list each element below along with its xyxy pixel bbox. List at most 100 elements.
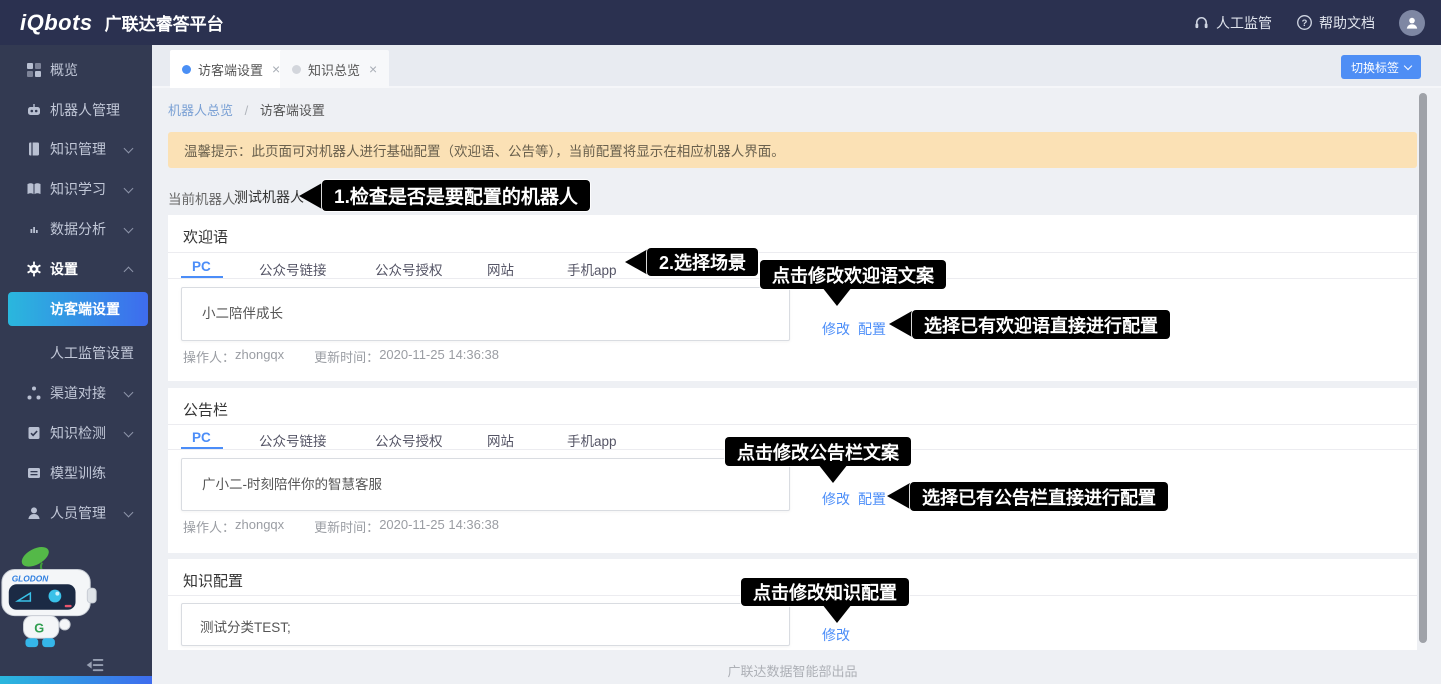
- sidebar-item-visitor-settings[interactable]: 访客端设置: [8, 292, 148, 326]
- sidebar-item-knowledge-learning[interactable]: 知识学习: [0, 177, 152, 201]
- sidebar-item-label: 人员管理: [50, 503, 106, 523]
- svg-text:GLODON: GLODON: [12, 573, 50, 583]
- close-icon[interactable]: ×: [272, 61, 280, 77]
- switch-tabs-button[interactable]: 切换标签: [1341, 55, 1421, 79]
- tab-label: 访客端设置: [198, 60, 263, 79]
- book-icon: [26, 141, 42, 157]
- annotation-check-robot: 1.检查是否是要配置的机器人: [322, 180, 590, 211]
- announcement-title: 公告栏: [183, 399, 228, 420]
- tab-visitor-settings[interactable]: 访客端设置 ×: [170, 50, 292, 88]
- tab-knowledge-overview[interactable]: 知识总览 ×: [280, 50, 389, 88]
- chevron-down-icon: [124, 224, 134, 234]
- annotation-arrow-left: [887, 483, 910, 509]
- sidebar-collapse-button[interactable]: [85, 655, 105, 675]
- sidebar-item-label: 机器人管理: [50, 100, 120, 120]
- annotation-modify-announcement: 点击修改公告栏文案: [725, 437, 911, 466]
- sidebar-item-knowledge-detection[interactable]: 知识检测: [0, 421, 152, 445]
- breadcrumb-robot-overview[interactable]: 机器人总览: [168, 103, 233, 118]
- announcement-text-box[interactable]: 广小二-时刻陪伴你的智慧客服: [181, 458, 790, 511]
- mascot-robot-image: GLODON G: [0, 543, 104, 655]
- sidebar-bottom-accent: [0, 676, 152, 684]
- page-tab-bar: 访客端设置 × 知识总览 × 切换标签: [152, 45, 1441, 88]
- announcement-tab-website[interactable]: 网站: [487, 430, 514, 450]
- gear-icon: [26, 261, 42, 277]
- network-nodes-icon: [26, 385, 42, 401]
- sidebar-item-model-training[interactable]: 模型训练: [0, 461, 152, 485]
- welcome-operator-row: 操作人： zhongqx 更新时间： 2020-11-25 14:36:38: [183, 347, 499, 366]
- sidebar-item-data-analysis[interactable]: 数据分析: [0, 217, 152, 241]
- announcement-tab-wechat-auth[interactable]: 公众号授权: [375, 430, 443, 450]
- announcement-operator-row: 操作人： zhongqx 更新时间： 2020-11-25 14:36:38: [183, 517, 499, 536]
- open-book-icon: [26, 181, 42, 197]
- annotation-arrow-down: [822, 604, 852, 623]
- chevron-down-icon: [124, 428, 134, 438]
- divider: [168, 424, 1417, 425]
- collapse-menu-icon: [85, 655, 105, 675]
- update-time-label: 更新时间：: [314, 347, 379, 366]
- sidebar-item-personnel-management[interactable]: 人员管理: [0, 501, 152, 525]
- welcome-card: 欢迎语 PC 公众号链接 公众号授权 网站 手机app 小二陪伴成长 修改 配置…: [168, 215, 1417, 381]
- operator-value: zhongqx: [235, 517, 284, 536]
- sidebar: 概览 机器人管理 知识管理 知识学习 数据分析: [0, 45, 152, 684]
- knowledge-modify-link[interactable]: 修改: [822, 625, 850, 645]
- annotation-arrow-left: [299, 183, 322, 209]
- operator-label: 操作人：: [183, 517, 235, 536]
- annotation-arrow-down: [818, 464, 848, 483]
- svg-text:G: G: [34, 620, 44, 635]
- announcement-tab-mobile-app[interactable]: 手机app: [567, 430, 617, 450]
- sidebar-item-supervision-settings[interactable]: 人工监管设置: [50, 343, 134, 363]
- annotation-config-announcement: 选择已有公告栏直接进行配置: [910, 482, 1168, 511]
- svg-text:?: ?: [1302, 18, 1308, 29]
- welcome-tab-wechat-auth[interactable]: 公众号授权: [375, 259, 443, 279]
- announcement-modify-link[interactable]: 修改: [822, 489, 850, 509]
- knowledge-text-box[interactable]: 测试分类TEST;: [181, 603, 790, 646]
- announcement-tab-wechat-link[interactable]: 公众号链接: [259, 430, 327, 450]
- welcome-content: 小二陪伴成长: [202, 306, 283, 321]
- welcome-tab-mobile-app[interactable]: 手机app: [567, 259, 617, 279]
- welcome-tab-website[interactable]: 网站: [487, 259, 514, 279]
- divider: [168, 252, 1417, 253]
- announcement-card: 公告栏 PC 公众号链接 公众号授权 网站 手机app 广小二-时刻陪伴你的智慧…: [168, 388, 1417, 553]
- sidebar-item-label: 数据分析: [50, 219, 106, 239]
- announcement-tab-pc[interactable]: PC: [192, 430, 211, 445]
- breadcrumb: 机器人总览 / 访客端设置: [168, 100, 325, 119]
- chevron-down-icon: [124, 144, 134, 154]
- person-icon: [1404, 15, 1420, 31]
- user-icon: [26, 505, 42, 521]
- breadcrumb-current: 访客端设置: [260, 103, 325, 118]
- operator-label: 操作人：: [183, 347, 235, 366]
- active-tab-dot-icon: [182, 65, 191, 74]
- check-document-icon: [26, 425, 42, 441]
- manual-supervision-button[interactable]: 人工监管: [1193, 13, 1272, 33]
- welcome-tab-pc[interactable]: PC: [192, 259, 211, 274]
- sidebar-item-settings[interactable]: 设置: [0, 257, 152, 281]
- sidebar-item-robot-management[interactable]: 机器人管理: [0, 98, 152, 122]
- welcome-text-box[interactable]: 小二陪伴成长: [181, 287, 790, 341]
- close-icon[interactable]: ×: [369, 61, 377, 77]
- welcome-modify-link[interactable]: 修改: [822, 319, 850, 339]
- sidebar-item-label: 设置: [50, 259, 78, 279]
- welcome-tab-wechat-link[interactable]: 公众号链接: [259, 259, 327, 279]
- announcement-config-link[interactable]: 配置: [858, 489, 886, 509]
- update-time-value: 2020-11-25 14:36:38: [379, 517, 499, 536]
- sidebar-item-label: 渠道对接: [50, 383, 106, 403]
- sidebar-item-label: 访客端设置: [50, 299, 120, 319]
- sidebar-item-channel-connection[interactable]: 渠道对接: [0, 381, 152, 405]
- vertical-scrollbar[interactable]: [1419, 93, 1427, 643]
- grid-icon: [26, 62, 42, 78]
- manual-supervision-label: 人工监管: [1216, 13, 1272, 33]
- annotation-arrow-down: [822, 287, 852, 306]
- footer-text: 广联达数据智能部出品: [168, 661, 1417, 680]
- logo-text: iQbots: [20, 10, 93, 36]
- layers-icon: [26, 465, 42, 481]
- welcome-config-link[interactable]: 配置: [858, 319, 886, 339]
- annotation-select-scene: 2.选择场景: [647, 248, 758, 276]
- sidebar-item-overview[interactable]: 概览: [0, 58, 152, 82]
- user-avatar[interactable]: [1399, 10, 1425, 36]
- sidebar-item-knowledge-management[interactable]: 知识管理: [0, 137, 152, 161]
- chevron-down-icon: [124, 184, 134, 194]
- announcement-content: 广小二-时刻陪伴你的智慧客服: [202, 477, 382, 492]
- help-docs-button[interactable]: ? 帮助文档: [1296, 13, 1375, 33]
- sidebar-item-label: 概览: [50, 60, 78, 80]
- inactive-tab-dot-icon: [292, 65, 301, 74]
